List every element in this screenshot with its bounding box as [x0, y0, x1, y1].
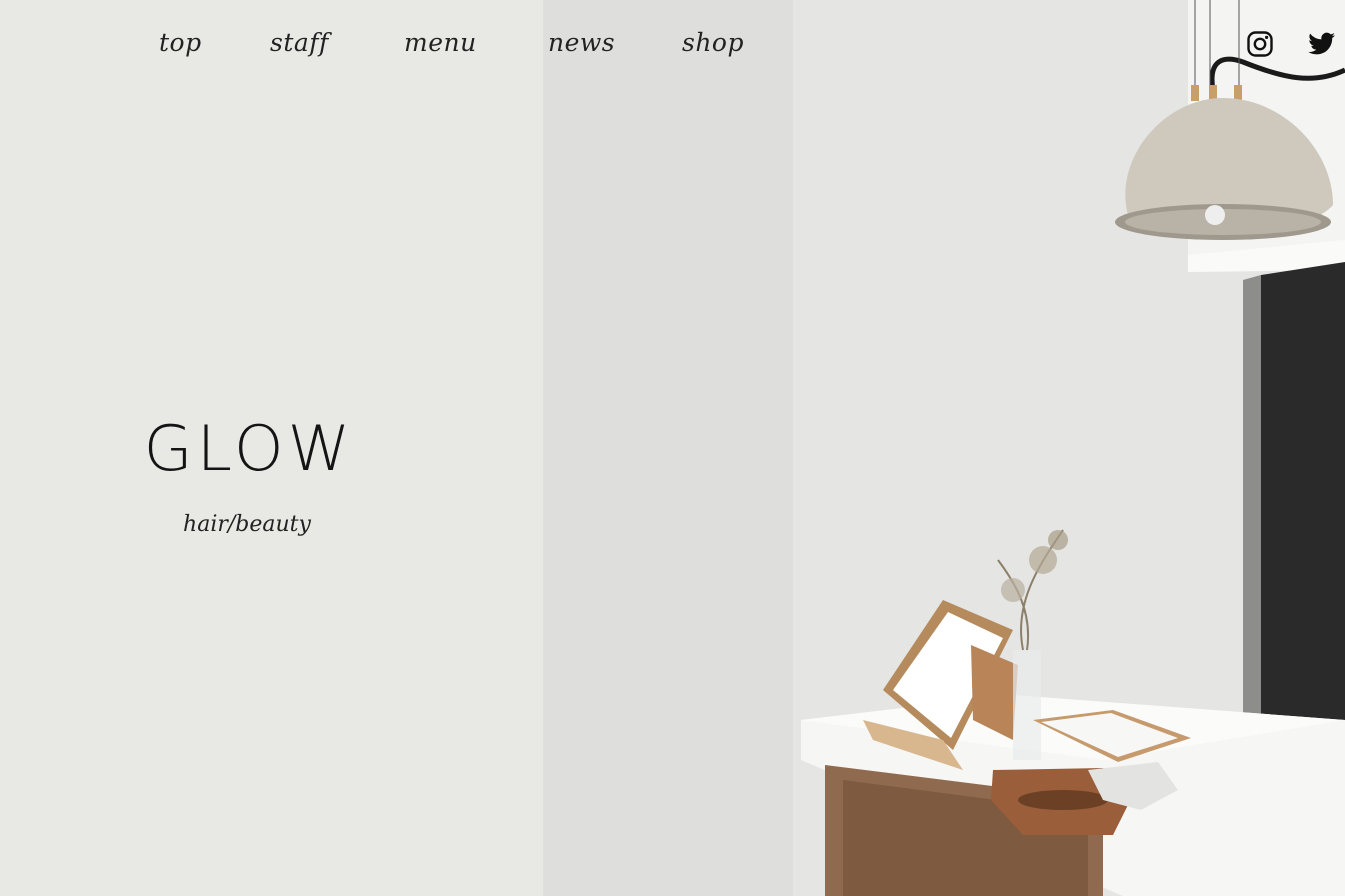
nav-item-staff[interactable]: staff — [270, 28, 329, 57]
hero-photo — [543, 0, 1345, 896]
instagram-icon[interactable] — [1246, 30, 1276, 60]
nav-item-news[interactable]: news — [548, 28, 615, 57]
nav-item-top[interactable]: top — [159, 28, 202, 57]
brand-tagline: hair/beauty — [183, 512, 311, 537]
brand-logo: GLOW — [143, 412, 355, 485]
nav-item-menu[interactable]: menu — [404, 28, 477, 57]
nav-item-shop[interactable]: shop — [682, 28, 744, 57]
twitter-icon[interactable] — [1307, 30, 1337, 60]
